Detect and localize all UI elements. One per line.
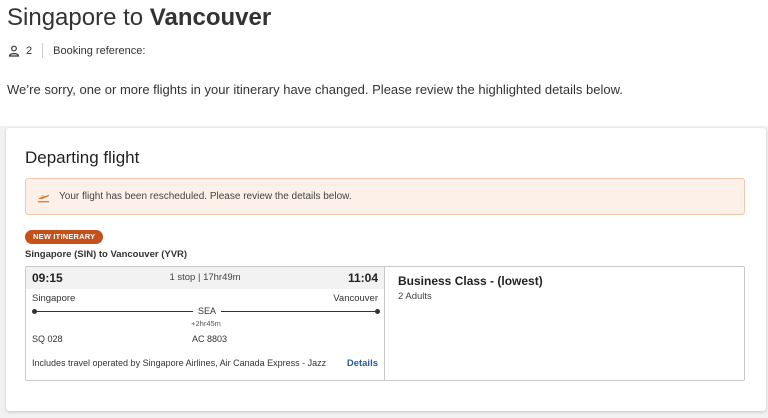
flight-number-1: SQ 028 bbox=[32, 334, 63, 344]
title-origin: Singapore to bbox=[7, 4, 144, 31]
plane-departure-icon bbox=[37, 195, 50, 203]
details-link[interactable]: Details bbox=[347, 358, 378, 369]
operated-by: Includes travel operated by Singapore Ai… bbox=[32, 358, 327, 368]
leg-route: Singapore (SIN) to Vancouver (YVR) bbox=[25, 249, 188, 260]
reschedule-alert: Your flight has been rescheduled. Please… bbox=[25, 178, 745, 215]
layover-duration: +2hr45m bbox=[191, 319, 221, 328]
passenger-count: 2 bbox=[26, 44, 33, 57]
destination-dot bbox=[375, 309, 380, 314]
page-title: Singapore to Vancouver bbox=[7, 4, 271, 32]
flight-number-2: AC 8803 bbox=[192, 334, 228, 344]
cabin-class: Business Class - (lowest) bbox=[398, 274, 543, 288]
alert-text: Your flight has been rescheduled. Please… bbox=[59, 191, 352, 202]
stops-duration: 1 stop | 17hr49m bbox=[169, 272, 241, 283]
passenger-summary: 2 Adults bbox=[398, 291, 432, 302]
segment-header: 09:15 1 stop | 17hr49m 11:04 bbox=[26, 267, 384, 289]
origin-city: Singapore bbox=[32, 293, 76, 304]
person-icon bbox=[8, 45, 20, 57]
page-header: Singapore to Vancouver 2 Booking referen… bbox=[0, 0, 768, 126]
flight-option: 09:15 1 stop | 17hr49m 11:04 Singapore V… bbox=[25, 266, 745, 381]
route-line-left bbox=[34, 311, 193, 312]
connection-airport: SEA bbox=[197, 306, 216, 316]
section-title: Departing flight bbox=[25, 148, 140, 167]
new-itinerary-badge: NEW ITINERARY bbox=[25, 230, 104, 244]
title-destination: Vancouver bbox=[149, 4, 272, 31]
booking-meta: 2 Booking reference: bbox=[8, 43, 145, 58]
booking-reference-label: Booking reference: bbox=[53, 44, 146, 57]
segment-panel: 09:15 1 stop | 17hr49m 11:04 Singapore V… bbox=[26, 267, 385, 380]
destination-city: Vancouver bbox=[333, 293, 378, 304]
departing-flight-card: Departing flight Your flight has been re… bbox=[6, 128, 766, 411]
route-line-right bbox=[221, 311, 377, 312]
divider bbox=[42, 43, 44, 58]
change-notice: We’re sorry, one or more flights in your… bbox=[7, 82, 623, 97]
arrival-time: 11:04 bbox=[347, 271, 378, 285]
